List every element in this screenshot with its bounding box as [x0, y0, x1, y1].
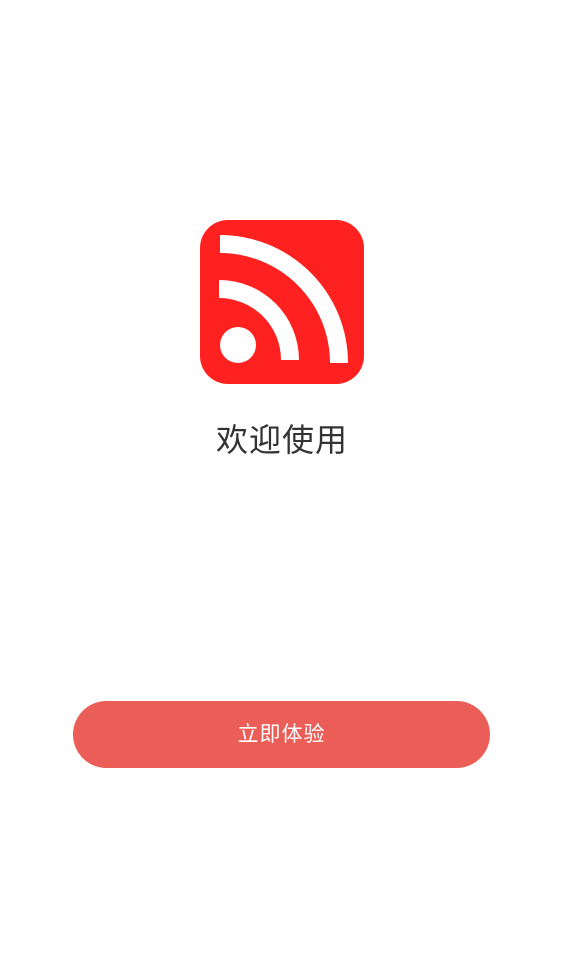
rss-logo-icon — [200, 220, 364, 384]
rss-dot — [220, 327, 256, 363]
start-experience-button[interactable]: 立即体验 — [73, 701, 490, 768]
welcome-title: 欢迎使用 — [215, 421, 348, 459]
